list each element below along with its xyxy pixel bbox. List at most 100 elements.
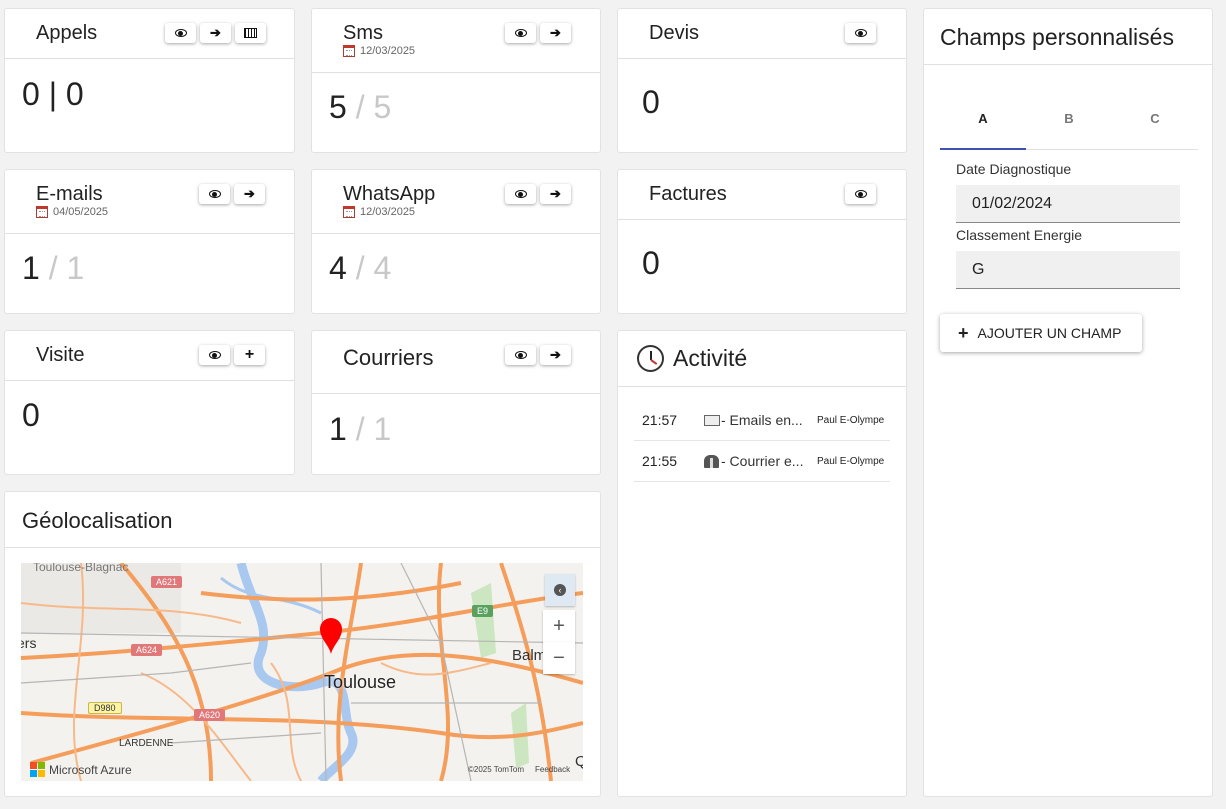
activity-row[interactable]: 21:55 - Courrier e... Paul E-Olympe — [634, 441, 890, 482]
map-place-label: Balm — [512, 647, 547, 664]
tab-b[interactable]: B — [1026, 87, 1112, 149]
add-field-button[interactable]: + AJOUTER UN CHAMP — [940, 314, 1142, 352]
card-header: E-mails 04/05/2025 ➔ — [5, 170, 294, 234]
card-title: Factures — [649, 183, 727, 205]
microsoft-logo-icon — [30, 762, 45, 777]
arrow-right-icon: ➔ — [550, 347, 561, 362]
map-style-picker[interactable]: ‹ — [545, 574, 575, 606]
zoom-in-icon: + — [553, 614, 565, 637]
clock-icon — [637, 345, 664, 372]
calendar-icon — [36, 206, 48, 218]
card-emails: E-mails 04/05/2025 ➔ 1 / 1 — [4, 169, 295, 314]
map-feedback-link[interactable]: Feedback — [535, 765, 570, 774]
card-header: Courriers ➔ — [312, 331, 600, 394]
map-pin-icon[interactable] — [319, 617, 343, 655]
eye-icon — [514, 190, 527, 198]
map-place-label: Toulouse-Blagnac — [33, 563, 129, 574]
card-header: Sms 12/03/2025 ➔ — [312, 9, 600, 73]
map[interactable]: Toulouse-Blagnac ers Balm LARDENNE Q Tou… — [21, 563, 583, 781]
road-badge: A620 — [194, 709, 226, 721]
calendar-icon — [343, 45, 355, 57]
card-header: Factures — [618, 170, 906, 220]
view-button[interactable] — [165, 23, 196, 43]
view-button[interactable] — [845, 23, 876, 43]
tab-bar: A B C — [940, 87, 1198, 150]
map-place-label: Q — [575, 753, 583, 770]
eye-icon — [514, 29, 527, 37]
eye-icon — [208, 190, 221, 198]
card-factures: Factures 0 — [617, 169, 907, 314]
map-place-label: ers — [21, 635, 37, 651]
keyboard-icon — [244, 28, 257, 38]
classement-energie-field[interactable]: G — [956, 251, 1180, 289]
card-sms: Sms 12/03/2025 ➔ 5 / 5 — [311, 8, 601, 153]
map-canvas[interactable] — [21, 563, 583, 781]
chevron-left-icon: ‹ — [554, 584, 566, 596]
view-button[interactable] — [505, 345, 536, 365]
road-badge: A621 — [151, 576, 183, 588]
view-button[interactable] — [505, 23, 536, 43]
open-button[interactable]: ➔ — [540, 23, 571, 43]
zoom-out-icon: − — [553, 646, 565, 669]
card-appels: Appels ➔ 0 | 0 — [4, 8, 295, 153]
add-visit-button[interactable]: + — [234, 345, 265, 365]
arrow-right-icon: ➔ — [244, 186, 255, 201]
card-date: 12/03/2025 — [343, 45, 415, 57]
card-devis: Devis 0 — [617, 8, 907, 153]
dialer-button[interactable] — [235, 23, 266, 43]
eye-icon — [854, 29, 867, 37]
activity-time: 21:57 — [642, 412, 678, 428]
card-header: Devis — [618, 9, 906, 59]
map-city-label: Toulouse — [324, 672, 397, 692]
card-visite: Visite + 0 — [4, 330, 295, 475]
date-diagnostique-field[interactable]: 01/02/2024 — [956, 185, 1180, 223]
map-place-label: LARDENNE — [119, 738, 174, 749]
eye-icon — [174, 29, 187, 37]
card-header: Géolocalisation — [5, 492, 600, 548]
open-button[interactable]: ➔ — [200, 23, 231, 43]
zoom-in-button[interactable]: + — [543, 610, 575, 642]
activity-row[interactable]: 21:57 - Emails en... Paul E-Olympe — [634, 400, 890, 441]
eye-icon — [854, 190, 867, 198]
add-field-label: AJOUTER UN CHAMP — [977, 325, 1122, 341]
card-title: WhatsApp — [343, 183, 436, 205]
card-value: 4 / 4 — [329, 250, 392, 286]
card-champs-personnalises: Champs personnalisés A B C Date Diagnost… — [923, 8, 1213, 797]
arrow-right-icon: ➔ — [550, 25, 561, 40]
card-activite: Activité 21:57 - Emails en... Paul E-Oly… — [617, 330, 907, 797]
card-title: Activité — [673, 345, 748, 371]
card-title: Devis — [649, 22, 700, 44]
card-geolocalisation: Géolocalisation Toulouse-Blagnac rs Balm… — [4, 491, 601, 797]
eye-icon — [208, 351, 221, 359]
card-title: Géolocalisation — [22, 508, 173, 533]
road-badge: E9 — [472, 605, 494, 617]
field-label: Classement Energie — [956, 227, 1083, 243]
mailbox-icon — [704, 454, 719, 468]
activity-text: - Emails en... — [704, 412, 811, 428]
card-value: 0 | 0 — [22, 76, 84, 112]
view-button[interactable] — [199, 345, 230, 365]
view-button[interactable] — [199, 184, 230, 204]
tab-c[interactable]: C — [1112, 87, 1198, 149]
tab-a[interactable]: A — [940, 87, 1026, 150]
plus-icon: + — [958, 322, 969, 343]
open-button[interactable]: ➔ — [540, 184, 571, 204]
activity-user: Paul E-Olympe — [817, 414, 885, 426]
view-button[interactable] — [505, 184, 536, 204]
card-value: 1 / 1 — [22, 250, 85, 286]
card-title: Champs personnalisés — [940, 24, 1174, 50]
view-button[interactable] — [845, 184, 876, 204]
arrow-right-icon: ➔ — [550, 186, 561, 201]
open-button[interactable]: ➔ — [540, 345, 571, 365]
card-value: 0 — [22, 397, 40, 433]
card-whatsapp: WhatsApp 12/03/2025 ➔ 4 / 4 — [311, 169, 601, 314]
open-button[interactable]: ➔ — [234, 184, 265, 204]
card-value: 5 / 5 — [329, 89, 392, 125]
card-header: Appels ➔ — [5, 9, 294, 59]
arrow-right-icon: ➔ — [210, 25, 221, 40]
map-brand: Microsoft Azure — [30, 762, 132, 777]
card-date: 04/05/2025 — [36, 206, 108, 218]
card-header: Champs personnalisés — [924, 9, 1212, 65]
card-header: Activité — [618, 331, 906, 387]
zoom-out-button[interactable]: − — [543, 642, 575, 674]
